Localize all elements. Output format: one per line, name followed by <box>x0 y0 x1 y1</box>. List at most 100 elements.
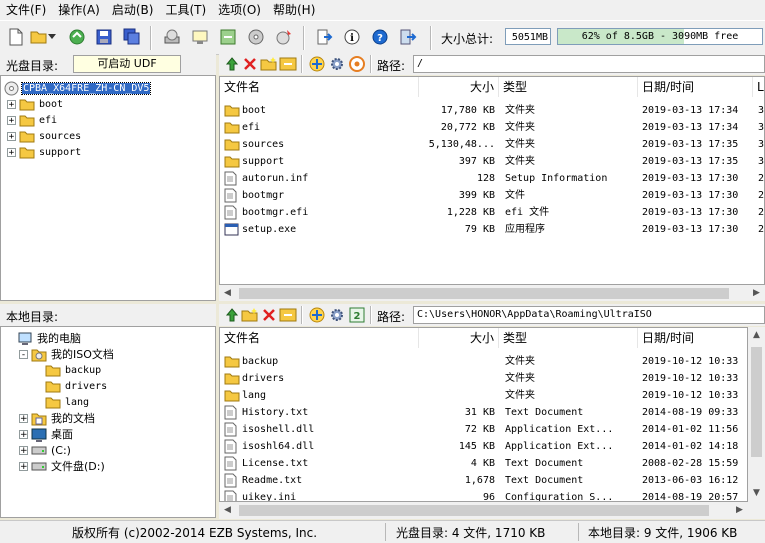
table-row[interactable]: uikey.ini 96 Configuration S... 2014-08-19 … <box>220 489 747 501</box>
local-tree-item[interactable]: lang <box>33 394 89 410</box>
table-row[interactable]: isoshl64.dll 145 KB Application Ext... 2014… <box>220 438 747 455</box>
exit-to-doc-icon[interactable] <box>314 27 334 47</box>
table-row[interactable]: bootmgr 399 KB 文件 2019-03-13 17:30 2 <box>220 187 764 204</box>
table-row[interactable]: setup.exe 79 KB 应用程序 2019-03-13 17:30 2 <box>220 221 764 238</box>
save-icon[interactable] <box>94 27 114 47</box>
local-tree-item[interactable]: + 我的文档 <box>19 410 95 426</box>
local-col-date[interactable]: 日期/时间 <box>638 328 747 348</box>
open-icon[interactable] <box>29 27 49 47</box>
cd-col-name[interactable]: 文件名 <box>220 77 419 97</box>
new-folder-icon[interactable] <box>259 54 279 74</box>
local-vertical-scrollbar[interactable]: ▲ ▼ <box>748 327 765 502</box>
menu-options[interactable]: 选项(O) <box>212 0 267 20</box>
menu-file[interactable]: 文件(F) <box>0 0 52 20</box>
local-new-folder-icon[interactable] <box>240 305 260 325</box>
table-row[interactable]: lang 文件夹 2019-10-12 10:33 <box>220 387 747 404</box>
expand-icon[interactable]: + <box>7 115 16 125</box>
local-rename-icon[interactable] <box>278 305 298 325</box>
info-icon[interactable]: i <box>342 27 362 47</box>
boot-type-field[interactable]: 可启动 UDF <box>73 55 181 73</box>
up-level-icon[interactable] <box>222 54 242 74</box>
expand-icon[interactable]: + <box>19 461 28 471</box>
cd-tree-item[interactable]: + efi <box>7 112 57 128</box>
local-tree-item[interactable]: + (C:) <box>19 442 71 458</box>
save-as-icon[interactable] <box>122 27 142 47</box>
compress-image-icon[interactable] <box>218 27 238 47</box>
cd-tree-root[interactable]: CPBA_X64FRE_ZH-CN_DV5 <box>4 80 152 96</box>
table-row[interactable]: efi 20,772 KB 文件夹 2019-03-13 17:34 3 <box>220 119 764 136</box>
mount-virtual-drive-icon[interactable] <box>246 27 266 47</box>
cd-col-extra[interactable]: L <box>753 77 764 97</box>
cd-col-size[interactable]: 大小 <box>419 77 499 97</box>
table-row[interactable]: Readme.txt 1,678 Text Document 2013-06-03 1… <box>220 472 747 489</box>
cd-tree-item[interactable]: + boot <box>7 96 63 112</box>
reload-icon[interactable] <box>67 27 87 47</box>
cd-scroll-thumb[interactable] <box>239 288 729 299</box>
local-hscroll-thumb[interactable] <box>239 505 709 516</box>
table-row[interactable]: backup 文件夹 2019-10-12 10:33 <box>220 353 747 370</box>
expand-icon[interactable]: + <box>19 413 28 423</box>
table-row[interactable]: drivers 文件夹 2019-10-12 10:33 <box>220 370 747 387</box>
local-horizontal-scrollbar[interactable]: ◀ ▶ <box>219 502 765 519</box>
cd-col-type[interactable]: 类型 <box>499 77 638 97</box>
table-row[interactable]: autorun.inf 128 Setup Information 2019-03-1… <box>220 170 764 187</box>
local-col-type[interactable]: 类型 <box>499 328 638 348</box>
local-tree-item[interactable]: backup <box>33 362 101 378</box>
table-row[interactable]: boot 17,780 KB 文件夹 2019-03-13 17:34 3 <box>220 102 764 119</box>
local-gear-icon[interactable] <box>327 305 347 325</box>
delete-icon[interactable] <box>240 54 260 74</box>
expand-icon[interactable]: + <box>7 147 16 157</box>
local-path-input[interactable]: C:\Users\HONOR\AppData\Roaming\UltraISO <box>413 306 765 324</box>
scroll-right-icon[interactable]: ▶ <box>748 285 765 302</box>
scroll-down-icon[interactable]: ▼ <box>748 485 765 502</box>
local-vscroll-thumb[interactable] <box>751 347 762 457</box>
cd-tree-item[interactable]: + sources <box>7 128 81 144</box>
rename-icon[interactable] <box>278 54 298 74</box>
open-dropdown-icon[interactable] <box>47 27 57 47</box>
local-tree-item[interactable]: drivers <box>33 378 107 394</box>
local-up-level-icon[interactable] <box>222 305 242 325</box>
scroll-left-icon[interactable]: ◀ <box>219 285 236 302</box>
menu-boot[interactable]: 启动(B) <box>106 0 160 20</box>
local-tree-item[interactable]: + 桌面 <box>19 426 73 442</box>
table-row[interactable]: bootmgr.efi 1,228 KB efi 文件 2019-03-13 17:3… <box>220 204 764 221</box>
local-tree-item[interactable]: + 文件盘(D:) <box>19 458 105 474</box>
cd-horizontal-scrollbar[interactable]: ◀ ▶ <box>219 285 765 302</box>
make-floppy-image-icon[interactable] <box>190 27 210 47</box>
local-scroll-right-icon[interactable]: ▶ <box>731 502 748 519</box>
local-tree-item[interactable]: - 我的ISO文档 <box>19 346 114 362</box>
expand-icon[interactable]: + <box>19 429 28 439</box>
new-icon[interactable] <box>6 27 26 47</box>
menu-help[interactable]: 帮助(H) <box>267 0 321 20</box>
collapse-icon[interactable]: - <box>19 349 28 359</box>
cd-path-input[interactable]: / <box>413 55 765 73</box>
local-boot-icon[interactable] <box>307 305 327 325</box>
properties-gear-icon[interactable] <box>327 54 347 74</box>
table-row[interactable]: support 397 KB 文件夹 2019-03-13 17:35 3 <box>220 153 764 170</box>
local-tree-item[interactable]: 我的电脑 <box>5 330 81 346</box>
table-row[interactable]: History.txt 31 KB Text Document 2014-08-19 … <box>220 404 747 421</box>
local-delete-icon[interactable] <box>259 305 279 325</box>
expand-icon[interactable]: + <box>7 131 16 141</box>
local-scroll-left-icon[interactable]: ◀ <box>219 502 236 519</box>
cd-tree-item[interactable]: + support <box>7 144 81 160</box>
local-refresh-icon[interactable]: 2 <box>347 305 367 325</box>
make-cd-image-icon[interactable] <box>162 27 182 47</box>
expand-icon[interactable]: + <box>7 99 16 109</box>
local-col-size[interactable]: 大小 <box>419 328 499 348</box>
cd-col-date[interactable]: 日期/时间 <box>638 77 753 97</box>
file-type: 文件 <box>505 190 525 201</box>
exit-icon[interactable] <box>398 27 418 47</box>
scroll-up-icon[interactable]: ▲ <box>748 327 765 344</box>
table-row[interactable]: sources 5,130,48... 文件夹 2019-03-13 17:35 3 <box>220 136 764 153</box>
burn-cd-icon[interactable] <box>274 27 294 47</box>
boot-sector-icon[interactable] <box>307 54 327 74</box>
table-row[interactable]: License.txt 4 KB Text Document 2008-02-28 1… <box>220 455 747 472</box>
help-icon[interactable]: ? <box>370 27 390 47</box>
menu-tools[interactable]: 工具(T) <box>159 0 212 20</box>
expand-icon[interactable]: + <box>19 445 28 455</box>
menu-action[interactable]: 操作(A) <box>52 0 106 20</box>
cd-refresh-icon[interactable] <box>347 54 367 74</box>
table-row[interactable]: isoshell.dll 72 KB Application Ext... 2014-… <box>220 421 747 438</box>
local-col-name[interactable]: 文件名 <box>220 328 419 348</box>
